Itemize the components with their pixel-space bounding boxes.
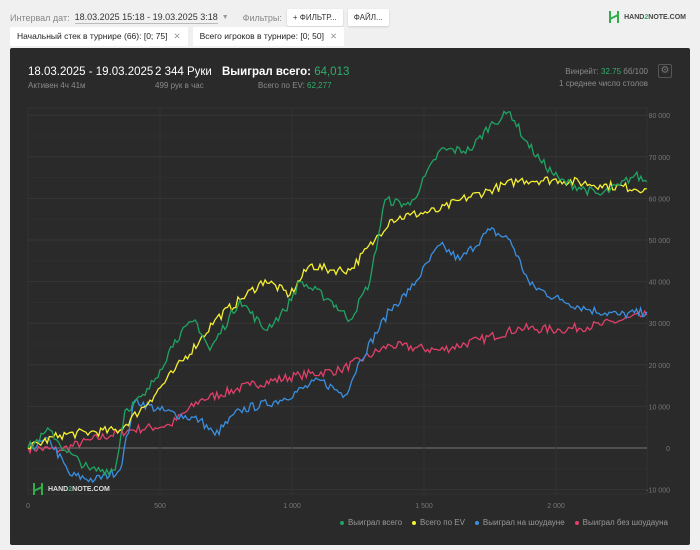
logo-icon [609, 11, 620, 23]
chart-watermark: HAND 2 NOTE.COM [32, 482, 110, 496]
x-tick-label: 1 500 [415, 503, 433, 510]
legend-item[interactable]: Выиграл без шоудауна [574, 518, 668, 527]
logo-text: HAND [48, 485, 69, 493]
x-tick-label: 2 000 [547, 503, 565, 510]
close-icon[interactable]: ✕ [330, 31, 337, 41]
x-tick-label: 0 [26, 503, 30, 510]
logo-text-3: NOTE.COM [648, 13, 686, 21]
add-filter-button[interactable]: + ФИЛЬТР... [286, 9, 343, 26]
graph-panel: 18.03.2025 - 19.03.2025 Активен 4ч 41м 2… [10, 48, 690, 545]
y-tick-label: 50 000 [649, 238, 671, 245]
y-tick-label: 0 [666, 446, 670, 453]
profit-chart: -10 000 0 10 000 20 000 30 000 40 000 50 000 60… [26, 107, 671, 510]
date-interval-select[interactable]: 18.03.2025 15:18 - 19.03.2025 3:18 [74, 12, 218, 24]
logo-icon [33, 483, 43, 495]
x-tick-label: 1 000 [283, 503, 301, 510]
series-line-1 [27, 176, 647, 450]
legend-dot [574, 520, 579, 525]
file-button[interactable]: ФАЙЛ... [347, 9, 389, 26]
chip-label: Всего игроков в турнире: [0; 50] [199, 31, 324, 41]
filter-chip-players[interactable]: Всего игроков в турнире: [0; 50] ✕ [192, 27, 345, 46]
legend-item[interactable]: Выиграл всего [339, 518, 403, 527]
legend-dot [474, 520, 479, 525]
legend-item[interactable]: Всего по EV [412, 518, 465, 527]
chip-label: Начальный стек в турнире (66): [0; 75] [17, 31, 168, 41]
chevron-down-icon[interactable]: ▼ [222, 14, 229, 21]
date-interval-label: Интервал дат: [10, 12, 70, 23]
y-tick-label: 80 000 [649, 113, 671, 120]
y-tick-label: 70 000 [649, 155, 671, 162]
logo-text-3: NOTE.COM [72, 485, 110, 493]
series-line-0 [27, 110, 648, 477]
y-tick-label: 30 000 [649, 321, 671, 328]
legend-label: Всего по EV [420, 518, 465, 527]
chart-legend: Выиграл всего Всего по EV Выиграл на шоу… [339, 518, 668, 527]
date-filter-bar: Интервал дат: 18.03.2025 15:18 - 19.03.2… [10, 9, 389, 26]
logo-text: HAND [624, 13, 645, 21]
x-tick-label: 500 [154, 503, 166, 510]
y-tick-label: 60 000 [649, 196, 671, 203]
legend-dot [339, 520, 344, 525]
legend-label: Выиграл без шоудауна [582, 518, 668, 527]
close-icon[interactable]: ✕ [173, 31, 180, 41]
y-tick-label: 40 000 [649, 280, 671, 287]
y-tick-label: 10 000 [649, 404, 671, 411]
legend-label: Выиграл на шоудауне [482, 518, 565, 527]
y-tick-label: -10 000 [646, 488, 670, 495]
legend-label: Выиграл всего [347, 518, 403, 527]
brand-logo: HAND 2 NOTE.COM [608, 10, 686, 24]
y-tick-label: 20 000 [649, 363, 671, 370]
legend-dot [412, 520, 417, 525]
filter-chip-start-stack[interactable]: Начальный стек в турнире (66): [0; 75] ✕ [10, 27, 188, 46]
series-line-2 [27, 226, 648, 484]
legend-item[interactable]: Выиграл на шоудауне [474, 518, 565, 527]
series-line-3 [27, 309, 648, 455]
filters-label: Фильтры: [242, 12, 282, 23]
